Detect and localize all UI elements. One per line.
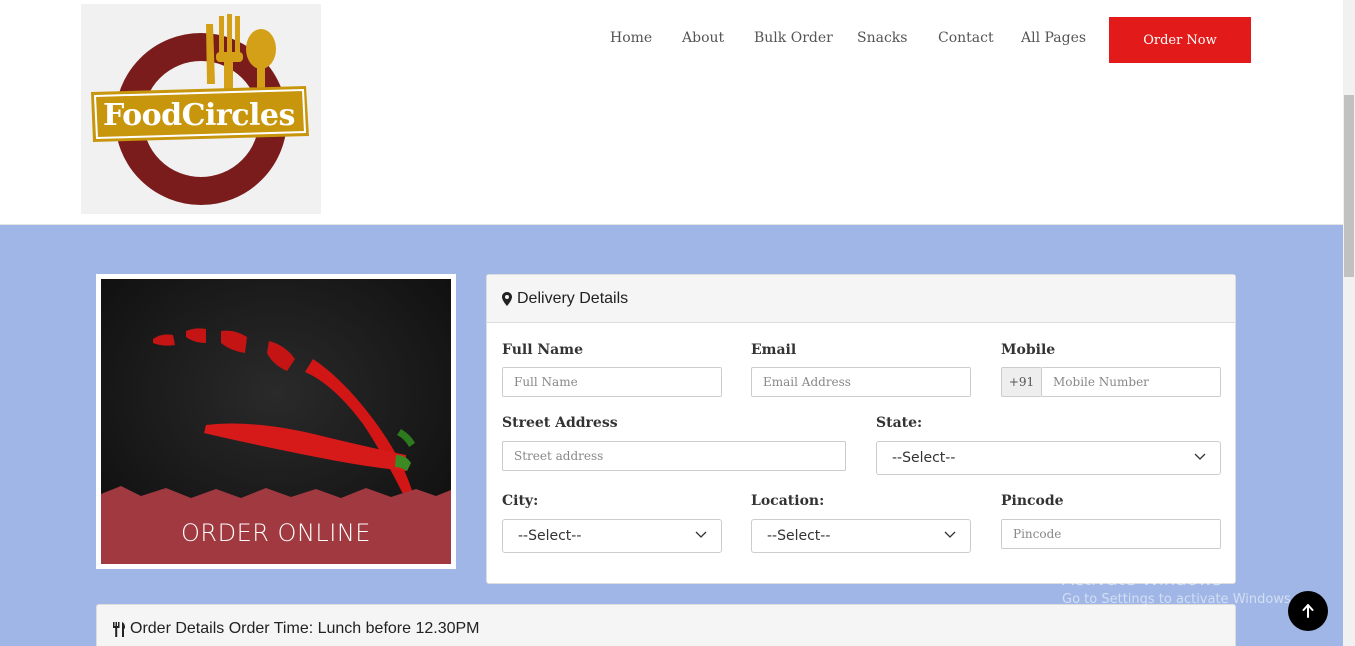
email-input[interactable]: Email Address	[751, 367, 971, 397]
street-address-label: Street Address	[502, 415, 618, 431]
foodcircles-logo[interactable]: FoodCircles	[81, 4, 321, 214]
state-label: State:	[876, 415, 923, 431]
arrow-up-icon	[1302, 604, 1314, 618]
nav-all-pages[interactable]: All Pages	[1021, 30, 1086, 46]
chili-image: ORDER ONLINE	[101, 279, 451, 564]
location-select-value: --Select--	[767, 528, 831, 544]
order-details-panel: Order Details Order Time: Lunch before 1…	[96, 604, 1236, 646]
chevron-down-icon	[695, 531, 707, 538]
back-to-top-button[interactable]	[1288, 591, 1328, 631]
order-details-title: Order Details Order Time: Lunch before 1…	[130, 620, 480, 637]
nav-home[interactable]: Home	[610, 30, 652, 46]
pincode-label: Pincode	[1001, 493, 1064, 509]
city-select-value: --Select--	[518, 528, 582, 544]
nav-bulk-order[interactable]: Bulk Order	[754, 30, 833, 46]
chevron-down-icon	[1194, 453, 1206, 460]
cutlery-icon	[113, 621, 125, 637]
chevron-down-icon	[944, 531, 956, 538]
state-select-value: --Select--	[892, 450, 956, 466]
country-code-prefix: +91	[1001, 367, 1041, 397]
state-select[interactable]: --Select--	[876, 441, 1221, 475]
street-address-input[interactable]: Street address	[502, 441, 846, 471]
delivery-details-panel: Delivery Details Full Name Full Name Ema…	[486, 274, 1236, 584]
scrollbar-thumb[interactable]	[1344, 95, 1354, 277]
location-label: Location:	[751, 493, 825, 509]
mobile-input[interactable]: Mobile Number	[1041, 367, 1221, 397]
full-name-input[interactable]: Full Name	[502, 367, 722, 397]
full-name-label: Full Name	[502, 342, 583, 358]
nav-contact[interactable]: Contact	[938, 30, 994, 46]
activate-windows-watermark: Activate Windows Go to Settings to activ…	[1062, 569, 1295, 607]
city-label: City:	[502, 493, 539, 509]
delivery-details-header: Delivery Details	[487, 275, 1235, 323]
email-label: Email	[751, 342, 797, 358]
watermark-line-2: Go to Settings to activate Windows.	[1062, 592, 1295, 607]
page-scrollbar[interactable]	[1343, 0, 1355, 646]
order-online-banner[interactable]: ORDER ONLINE	[96, 274, 456, 569]
watermark-line-1: Activate Windows	[1062, 569, 1222, 590]
nav-snacks[interactable]: Snacks	[857, 30, 907, 46]
site-header: FoodCircles Home About Bulk Order Snacks…	[0, 0, 1343, 225]
location-select[interactable]: --Select--	[751, 519, 971, 553]
order-now-button[interactable]: Order Now	[1109, 17, 1251, 63]
order-details-header: Order Details Order Time: Lunch before 1…	[112, 620, 480, 638]
order-online-text: ORDER ONLINE	[181, 519, 371, 547]
logo-wordmark: FoodCircles	[103, 98, 295, 133]
city-select[interactable]: --Select--	[502, 519, 722, 553]
map-marker-icon	[502, 291, 512, 306]
delivery-details-title: Delivery Details	[517, 289, 629, 307]
nav-about[interactable]: About	[682, 30, 724, 46]
mobile-label: Mobile	[1001, 342, 1056, 358]
pincode-input[interactable]: Pincode	[1001, 519, 1221, 549]
